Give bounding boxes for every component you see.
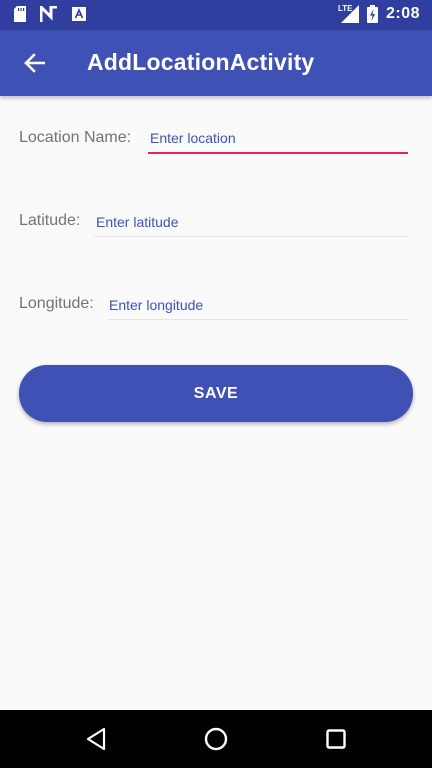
status-time: 2:08	[385, 5, 420, 22]
a-notification-icon	[72, 7, 86, 21]
app-bar: AddLocationActivity	[0, 30, 432, 96]
navigation-bar	[0, 710, 432, 768]
longitude-input[interactable]	[107, 290, 408, 320]
recents-square-icon	[326, 729, 346, 749]
home-circle-icon	[204, 727, 228, 751]
lte-signal-icon: LTE	[338, 4, 359, 23]
nav-recents-button[interactable]	[320, 723, 352, 755]
n-notification-icon	[40, 6, 57, 22]
longitude-row: Longitude:	[19, 290, 408, 330]
back-button[interactable]	[14, 43, 54, 83]
latitude-input[interactable]	[94, 207, 408, 237]
arrow-back-icon	[24, 53, 45, 73]
location-name-row: Location Name:	[19, 124, 408, 164]
latitude-row: Latitude:	[19, 207, 408, 247]
nav-home-button[interactable]	[200, 723, 232, 755]
nav-back-button[interactable]	[80, 723, 112, 755]
status-bar: LTE 2:08	[0, 0, 432, 30]
battery-charging-icon	[366, 5, 378, 23]
save-button[interactable]: SAVE	[19, 365, 413, 422]
location-name-input[interactable]	[148, 124, 408, 154]
latitude-label: Latitude:	[19, 212, 81, 229]
sd-card-icon	[14, 6, 26, 22]
page-title: AddLocationActivity	[87, 49, 315, 75]
back-triangle-icon	[86, 727, 106, 751]
longitude-label: Longitude:	[19, 295, 94, 312]
location-name-label: Location Name:	[19, 129, 132, 146]
